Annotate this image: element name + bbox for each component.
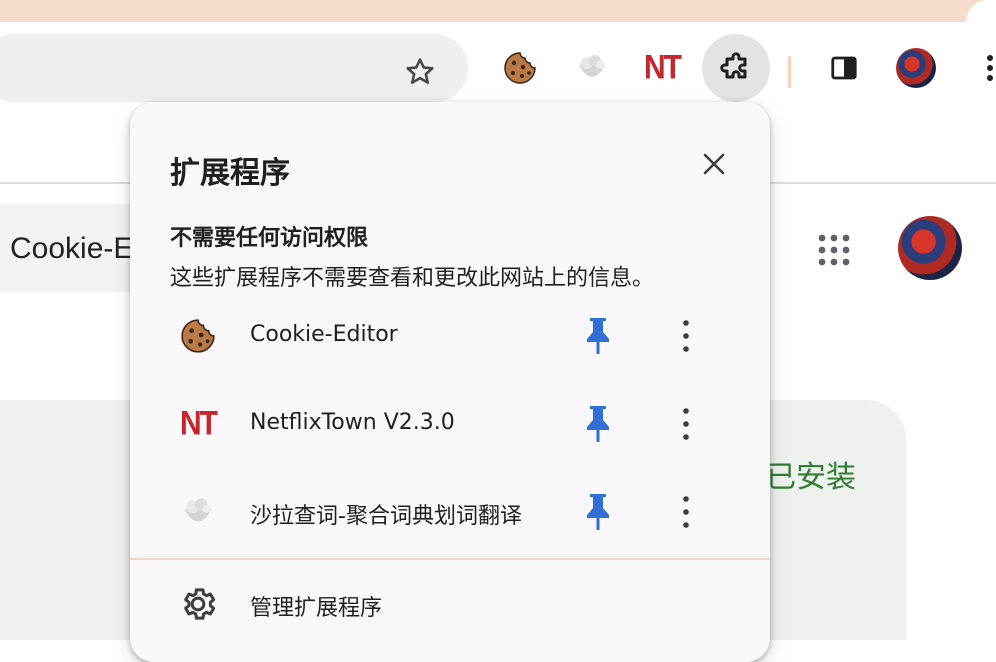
manage-extensions-label: 管理扩展程序 bbox=[250, 596, 383, 621]
gear-icon bbox=[178, 584, 218, 624]
manage-extensions-row[interactable]: 管理扩展程序 bbox=[130, 570, 770, 640]
extension-more-icon[interactable] bbox=[668, 402, 704, 446]
page-profile-avatar[interactable] bbox=[898, 216, 962, 280]
netflixtown-toolbar-icon[interactable]: NT bbox=[642, 48, 682, 88]
saladict-toolbar-icon[interactable] bbox=[572, 48, 612, 88]
tab-strip bbox=[0, 0, 996, 22]
pin-icon[interactable] bbox=[582, 402, 614, 446]
address-bar[interactable] bbox=[0, 34, 468, 102]
puzzle-icon bbox=[720, 52, 747, 79]
nt-logo-text: NT bbox=[180, 404, 218, 443]
extensions-button[interactable] bbox=[702, 34, 770, 102]
section-heading: 不需要任何访问权限 bbox=[170, 226, 369, 251]
section-description: 这些扩展程序不需要查看和更改此网站上的信息。 bbox=[170, 266, 655, 291]
extension-row-netflixtown[interactable]: NT NetflixTown V2.3.0 bbox=[130, 382, 770, 470]
more-menu-icon[interactable] bbox=[970, 48, 996, 88]
tab-strip-corner bbox=[956, 0, 996, 30]
page-search-box[interactable]: Cookie-E bbox=[0, 204, 150, 292]
nt-logo-icon: NT bbox=[176, 402, 220, 446]
profile-avatar[interactable] bbox=[896, 48, 936, 88]
popup-divider bbox=[130, 558, 770, 560]
saladict-icon bbox=[176, 490, 220, 534]
pin-icon[interactable] bbox=[582, 314, 614, 358]
browser-toolbar: NT bbox=[0, 22, 996, 106]
extension-name: Cookie-Editor bbox=[250, 322, 398, 347]
extensions-popup: 扩展程序 不需要任何访问权限 这些扩展程序不需要查看和更改此网站上的信息。 Co… bbox=[130, 102, 770, 662]
cookie-editor-toolbar-icon[interactable] bbox=[500, 48, 540, 88]
apps-grid-icon[interactable] bbox=[814, 230, 854, 270]
page-search-text: Cookie-E bbox=[10, 232, 134, 265]
close-icon[interactable] bbox=[694, 144, 734, 184]
extension-name: 沙拉查词-聚合词典划词翻译 bbox=[250, 504, 522, 529]
extension-more-icon[interactable] bbox=[668, 490, 704, 534]
side-panel-icon[interactable] bbox=[824, 48, 864, 88]
nt-logo-text: NT bbox=[644, 48, 682, 87]
pin-icon[interactable] bbox=[582, 490, 614, 534]
extension-row-cookie-editor[interactable]: Cookie-Editor bbox=[130, 294, 770, 382]
installed-label: 已安装 bbox=[766, 461, 856, 494]
bookmark-star-icon[interactable] bbox=[400, 52, 440, 92]
cookie-icon bbox=[176, 314, 220, 358]
popup-title: 扩展程序 bbox=[170, 156, 290, 191]
extension-name: NetflixTown V2.3.0 bbox=[250, 410, 455, 435]
toolbar-divider bbox=[788, 56, 791, 88]
extension-row-saladict[interactable]: 沙拉查词-聚合词典划词翻译 bbox=[130, 470, 770, 558]
extension-more-icon[interactable] bbox=[668, 314, 704, 358]
